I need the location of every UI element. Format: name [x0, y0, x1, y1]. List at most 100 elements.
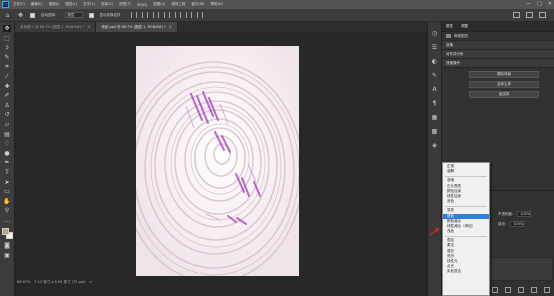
blend-option[interactable]: 深色: [443, 199, 489, 204]
opacity-input[interactable]: 100%: [517, 211, 532, 217]
menu-view[interactable]: 视图(V): [153, 2, 165, 7]
styles-icon[interactable]: ◈: [431, 142, 438, 149]
fx-icon[interactable]: [505, 287, 511, 293]
align-center-icon[interactable]: [141, 12, 148, 18]
character-icon[interactable]: A: [431, 86, 438, 93]
menu-window[interactable]: 窗口(W): [191, 2, 204, 7]
close-tab-icon[interactable]: ×: [87, 22, 90, 32]
adjustment-layer-icon[interactable]: [531, 287, 537, 293]
auto-select-dropdown[interactable]: 图层: [64, 12, 83, 18]
pixel-layer-row: 像素图层: [442, 32, 554, 41]
document-size: 7.12 英寸 x 9.94 英寸 (72 ppi): [34, 280, 86, 284]
photoshop-logo[interactable]: Ps: [2, 1, 9, 8]
blur-tool-icon[interactable]: ♢: [3, 140, 11, 147]
quick-mask-icon[interactable]: ◙: [3, 242, 11, 249]
align-middle-icon[interactable]: [174, 12, 181, 18]
workspace-icon[interactable]: [539, 12, 546, 18]
menu-filter[interactable]: 滤镜(T): [119, 2, 131, 7]
blend-option[interactable]: 浅色: [443, 229, 489, 234]
eyedropper-tool-icon[interactable]: ⁄: [3, 73, 11, 80]
blend-option[interactable]: 实色混合: [443, 269, 489, 274]
eraser-tool-icon[interactable]: ▱: [3, 121, 11, 128]
align-left-icon[interactable]: [130, 12, 137, 18]
pen-tool-icon[interactable]: ✒: [3, 159, 11, 166]
panel-icon-strip: ◷ ☰ ◐ ✎ A ¶ ▦ ▩ ◈: [427, 22, 441, 296]
distribute-icon[interactable]: [196, 12, 203, 18]
color-swatches[interactable]: [1, 228, 13, 240]
select-subject-button[interactable]: 选择主体: [469, 81, 539, 88]
tab-properties[interactable]: 属性: [446, 24, 453, 29]
quick-actions-section[interactable]: 快速操作: [442, 59, 554, 68]
menu-select[interactable]: 选择(S): [101, 2, 113, 7]
status-bar: 66.67% 7.12 英寸 x 9.94 英寸 (72 ppi) >: [15, 278, 427, 296]
menu-layer[interactable]: 图层(L): [65, 2, 77, 7]
auto-select-checkbox[interactable]: [30, 12, 35, 18]
history-icon[interactable]: ◷: [431, 30, 438, 37]
3d-mode-icon[interactable]: [513, 12, 520, 18]
align-bottom-icon[interactable]: [185, 12, 192, 18]
mask-icon[interactable]: [518, 287, 524, 293]
type-tool-icon[interactable]: T: [3, 169, 11, 176]
properties-icon[interactable]: ☰: [431, 44, 438, 51]
menu-plugins[interactable]: 增效工具: [171, 2, 185, 7]
lasso-tool-icon[interactable]: ↄ: [3, 44, 11, 51]
menu-help[interactable]: 帮助(H): [211, 2, 223, 7]
document-canvas[interactable]: [136, 46, 299, 276]
move-tool-icon[interactable]: ✥: [3, 25, 11, 32]
transform-section[interactable]: 变换: [442, 41, 554, 50]
paragraph-icon[interactable]: ¶: [431, 100, 438, 107]
minimize-button[interactable]: —: [526, 1, 531, 7]
foreground-color[interactable]: [1, 228, 9, 236]
healing-brush-icon[interactable]: ✚: [3, 83, 11, 90]
zoom-tool-icon[interactable]: ⚲: [3, 207, 11, 214]
status-arrow[interactable]: >: [89, 280, 92, 284]
tab-active-document[interactable]: 壳纹.psd @ 66.7% (图层 1, RGB/8#) * ×: [96, 22, 179, 32]
adjustments-icon[interactable]: ◐: [431, 58, 438, 65]
menu-image[interactable]: 图像(I): [49, 2, 60, 7]
align-buttons: [130, 12, 203, 18]
close-tab-icon[interactable]: ×: [169, 22, 172, 32]
maximize-button[interactable]: □: [537, 1, 542, 7]
rectangle-tool-icon[interactable]: ▭: [3, 188, 11, 195]
menu-divider: [445, 205, 487, 207]
tab-adjustments[interactable]: 调整: [461, 24, 468, 29]
hand-tool-icon[interactable]: ✋: [3, 198, 11, 205]
show-transform-checkbox[interactable]: [88, 12, 94, 18]
brush-settings-icon[interactable]: ✎: [431, 72, 438, 79]
gradient-tool-icon[interactable]: ▤: [3, 131, 11, 138]
history-brush-icon[interactable]: ↺: [3, 111, 11, 118]
video-icon[interactable]: [526, 12, 533, 18]
remove-background-button[interactable]: 删除背景: [469, 71, 539, 78]
brush-tool-icon[interactable]: ✐: [3, 92, 11, 99]
menu-edit[interactable]: 编辑(E): [31, 2, 43, 7]
canvas-area[interactable]: [15, 32, 427, 278]
libraries-icon[interactable]: ▦: [431, 114, 438, 121]
menu-type[interactable]: 文字(Y): [83, 2, 95, 7]
link-icon[interactable]: [492, 287, 498, 293]
close-button[interactable]: ✕: [548, 1, 552, 7]
path-select-icon[interactable]: ➤: [3, 179, 11, 186]
menu-3d[interactable]: 3D(D): [137, 3, 147, 7]
auto-select-label: 自动选择：: [41, 12, 59, 17]
swatches-icon[interactable]: ▩: [431, 128, 438, 135]
screen-mode-icon[interactable]: ▣: [3, 252, 11, 259]
face-select-button[interactable]: 面选择: [469, 91, 539, 98]
group-icon[interactable]: [544, 287, 550, 293]
home-icon[interactable]: ⌂: [4, 12, 11, 19]
dodge-tool-icon[interactable]: ●: [3, 150, 11, 157]
align-right-icon[interactable]: [152, 12, 159, 18]
quick-select-tool-icon[interactable]: ✎: [3, 54, 11, 61]
fill-input[interactable]: 100%: [510, 221, 525, 227]
clone-stamp-icon[interactable]: ♙: [3, 102, 11, 109]
move-tool-icon[interactable]: ✥: [17, 12, 24, 19]
align-distribute-section[interactable]: 对齐并分布: [442, 50, 554, 59]
align-top-icon[interactable]: [163, 12, 170, 18]
menu-file[interactable]: 文件(F): [13, 2, 25, 7]
crop-tool-icon[interactable]: ⌗: [3, 63, 11, 70]
swirl-artwork: [136, 46, 299, 276]
blend-option[interactable]: 溶解: [443, 169, 489, 174]
zoom-level[interactable]: 66.67%: [17, 280, 30, 284]
marquee-tool-icon[interactable]: ⬚: [3, 35, 11, 42]
more-tools-icon[interactable]: …: [3, 217, 11, 224]
tab-untitled[interactable]: 未标题-1 @ 66.7% (图层 1, RGB/8#) * ×: [15, 22, 97, 32]
